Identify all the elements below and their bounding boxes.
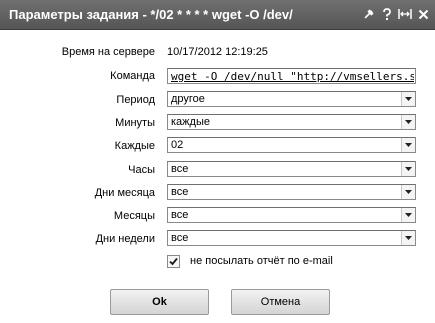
hours-value: все [171,163,189,175]
every-select[interactable]: 02 [167,137,416,153]
help-icon[interactable] [379,5,395,23]
days-of-month-label: Дни месяца [94,187,155,199]
period-select[interactable]: другое [167,91,416,107]
minutes-select[interactable]: каждые [167,114,416,130]
chevron-down-icon [401,231,415,245]
hours-select[interactable]: все [167,161,416,177]
chevron-down-icon [401,162,415,176]
cancel-button[interactable]: Отмена [231,289,330,315]
maximize-icon[interactable] [397,5,413,23]
period-label: Период [116,94,155,106]
checkmark-icon [169,257,178,266]
server-time-value: 10/17/2012 12:19:25 [167,46,268,58]
days-of-week-label: Дни недели [95,233,155,245]
minutes-label: Минуты [115,117,155,129]
every-value: 02 [171,139,184,151]
months-value: все [171,209,189,221]
days-of-month-value: все [171,186,189,198]
ok-button[interactable]: Ok [110,289,209,315]
days-of-week-value: все [171,232,189,244]
minutes-value: каждые [171,116,210,128]
chevron-down-icon [401,138,415,152]
no-email-label[interactable]: не посылать отчёт по e-mail [190,255,333,267]
chevron-down-icon [401,92,415,106]
months-select[interactable]: все [167,207,416,223]
months-label: Месяцы [113,210,155,222]
chevron-down-icon [401,208,415,222]
command-value: wget -O /dev/null "http://vmsellers.sito… [171,70,414,83]
dialog-title: Параметры задания - */02 * * * * wget -O… [9,7,293,22]
hours-label: Часы [128,164,155,176]
titlebar-icons [359,4,431,24]
every-label: Каждые [114,140,155,152]
chevron-down-icon [401,115,415,129]
no-email-checkbox[interactable] [167,255,180,268]
chevron-down-icon [401,185,415,199]
dialog-titlebar: Параметры задания - */02 * * * * wget -O… [0,0,435,30]
days-of-week-select[interactable]: все [167,230,416,246]
close-icon[interactable] [415,5,431,23]
days-of-month-select[interactable]: все [167,184,416,200]
server-time-label: Время на сервере [61,46,155,58]
command-input[interactable]: wget -O /dev/null "http://vmsellers.sito… [167,68,416,84]
pin-icon[interactable] [361,5,377,23]
command-label: Команда [110,70,155,82]
period-value: другое [171,93,205,105]
